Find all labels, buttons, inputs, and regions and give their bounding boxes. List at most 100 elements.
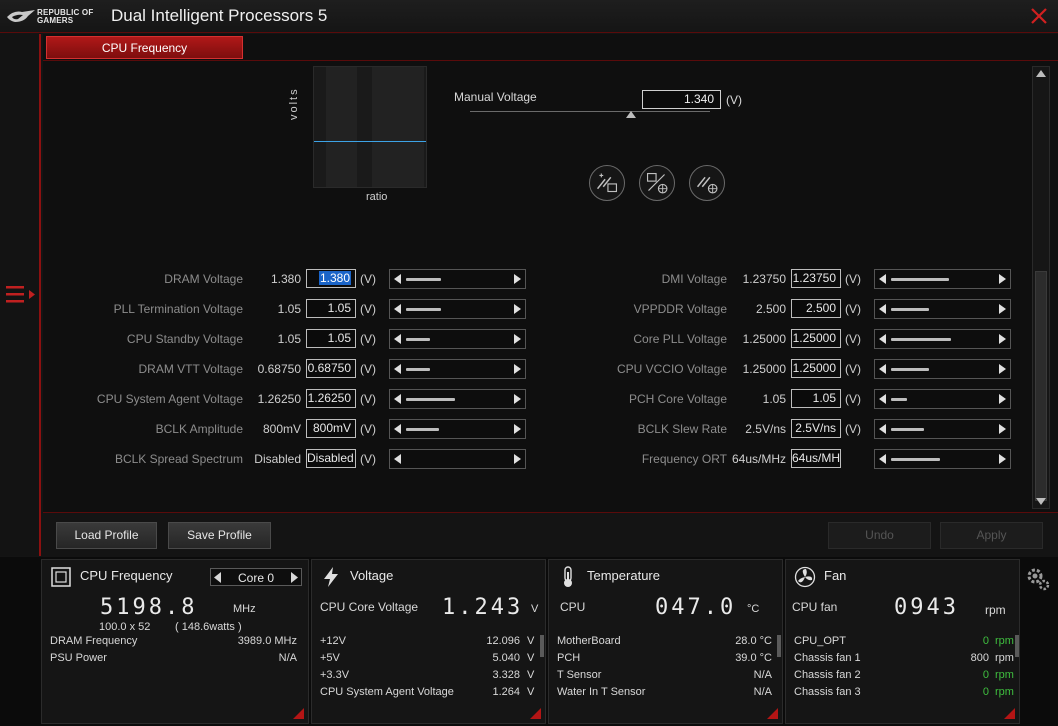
tab-cpu-frequency[interactable]: CPU Frequency xyxy=(46,36,243,59)
setting-label: BCLK Slew Rate xyxy=(637,422,727,436)
voltage-list-scrollbar[interactable] xyxy=(540,635,544,657)
slider-increase-icon[interactable] xyxy=(999,364,1006,374)
rog-eye-icon xyxy=(7,10,35,22)
setting-unit: (V) xyxy=(845,392,861,406)
slider-increase-icon[interactable] xyxy=(999,394,1006,404)
slider-decrease-icon[interactable] xyxy=(879,304,886,314)
setting-input[interactable]: 1.05 xyxy=(791,389,841,408)
setting-slider[interactable] xyxy=(874,419,1011,439)
cpu-temp-label: CPU xyxy=(560,600,586,614)
setting-slider[interactable] xyxy=(874,389,1011,409)
slider-decrease-icon[interactable] xyxy=(879,274,886,284)
setting-row-right: Core PLL Voltage 1.25000 1.25000 (V) xyxy=(43,329,1043,349)
manual-voltage-slider-track[interactable] xyxy=(470,111,710,112)
monitor-row-label: DRAM Frequency xyxy=(50,635,138,647)
mode-button-2[interactable] xyxy=(639,165,675,201)
setting-label: DMI Voltage xyxy=(661,272,727,286)
monitor-row-value: N/A xyxy=(278,652,297,664)
monitor-panels: CPU Frequency Core 0 5198.8 MHz 100.0 x … xyxy=(0,557,1058,726)
main-content: CPU Frequency volts ratio Manual Voltage… xyxy=(43,34,1058,556)
load-profile-button[interactable]: Load Profile xyxy=(56,522,157,549)
chip-fan-icon xyxy=(646,172,668,194)
monitor-row-unit: rpm xyxy=(995,635,1014,647)
slider-level-bar xyxy=(891,368,929,371)
main-scrollbar[interactable] xyxy=(1032,66,1050,509)
slider-increase-icon[interactable] xyxy=(999,454,1006,464)
panel-corner-icon[interactable] xyxy=(530,708,541,719)
cpu-fan-label: CPU fan xyxy=(792,600,838,614)
monitor-row-unit: rpm xyxy=(995,669,1014,681)
manual-voltage-input[interactable]: 1.340 xyxy=(642,90,721,109)
slider-increase-icon[interactable] xyxy=(999,424,1006,434)
setting-input[interactable]: 1.25000 xyxy=(791,329,841,348)
panel-corner-icon[interactable] xyxy=(1004,708,1015,719)
slider-increase-icon[interactable] xyxy=(999,334,1006,344)
scroll-up-icon[interactable] xyxy=(1036,70,1046,77)
setting-unit: (V) xyxy=(845,302,861,316)
scroll-thumb[interactable] xyxy=(1035,271,1047,501)
save-profile-button[interactable]: Save Profile xyxy=(168,522,271,549)
slider-decrease-icon[interactable] xyxy=(879,424,886,434)
setting-input[interactable]: 64us/MH: xyxy=(791,449,841,468)
monitor-row-label: +3.3V xyxy=(320,669,350,681)
setting-current-value: 1.05 xyxy=(762,392,786,406)
setting-input-text: 1.25000 xyxy=(792,331,836,345)
core-selector[interactable]: Core 0 xyxy=(210,568,302,586)
setting-slider[interactable] xyxy=(874,269,1011,289)
fan-list-scrollbar[interactable] xyxy=(1015,635,1019,657)
slider-decrease-icon[interactable] xyxy=(879,394,886,404)
panel-corner-icon[interactable] xyxy=(767,708,778,719)
setting-slider[interactable] xyxy=(874,299,1011,319)
undo-button[interactable]: Undo xyxy=(828,522,931,549)
mode-button-3[interactable] xyxy=(689,165,725,201)
setting-row-right: CPU VCCIO Voltage 1.25000 1.25000 (V) xyxy=(43,359,1043,379)
cpu-fan-unit: rpm xyxy=(985,603,1006,617)
setting-current-value: 1.25000 xyxy=(742,332,786,346)
scroll-down-icon[interactable] xyxy=(1036,498,1046,505)
slider-increase-icon[interactable] xyxy=(999,304,1006,314)
monitor-row-label: T Sensor xyxy=(557,669,602,681)
setting-slider[interactable] xyxy=(874,359,1011,379)
monitor-row-unit: V xyxy=(527,635,535,647)
mode-button-1[interactable] xyxy=(589,165,625,201)
panel-corner-icon[interactable] xyxy=(293,708,304,719)
setting-input[interactable]: 1.25000 xyxy=(791,359,841,378)
core-next-icon[interactable] xyxy=(290,572,298,583)
monitor-row-label: Chassis fan 3 xyxy=(794,686,861,698)
settings-gear-icon[interactable] xyxy=(1025,566,1051,592)
cpu-frequency-panel: CPU Frequency Core 0 5198.8 MHz 100.0 x … xyxy=(41,559,309,724)
side-menu-strip xyxy=(0,34,41,556)
setting-slider[interactable] xyxy=(874,449,1011,469)
manual-voltage-label: Manual Voltage xyxy=(454,90,537,104)
temp-list-scrollbar[interactable] xyxy=(777,635,781,657)
slider-decrease-icon[interactable] xyxy=(879,454,886,464)
setting-input[interactable]: 1.23750 xyxy=(791,269,841,288)
graph-band xyxy=(326,67,357,187)
close-icon[interactable] xyxy=(1030,7,1048,25)
slider-level-bar xyxy=(891,278,949,281)
app-window: REPUBLIC OF GAMERS Dual Intelligent Proc… xyxy=(0,0,1058,726)
slider-decrease-icon[interactable] xyxy=(879,334,886,344)
cpu-freq-unit: MHz xyxy=(233,603,256,615)
setting-label: Core PLL Voltage xyxy=(633,332,727,346)
temperature-panel-title: Temperature xyxy=(587,568,660,583)
cpu-panel-title: CPU Frequency xyxy=(80,568,173,583)
slider-decrease-icon[interactable] xyxy=(879,364,886,374)
setting-input-text: 1.25000 xyxy=(792,361,836,375)
cpu-freq-value: 5198.8 xyxy=(100,595,198,620)
monitor-row-label: PCH xyxy=(557,652,581,664)
slider-increase-icon[interactable] xyxy=(999,274,1006,284)
apply-button[interactable]: Apply xyxy=(940,522,1043,549)
setting-input[interactable]: 2.500 xyxy=(791,299,841,318)
fan-panel: Fan CPU fan 0943 rpm CPU_OPT 0 rpm Chassis … xyxy=(785,559,1020,724)
side-menu-icon[interactable] xyxy=(6,284,36,306)
setting-input[interactable]: 2.5V/ns xyxy=(791,419,841,438)
setting-input-text: 2.500 xyxy=(805,301,836,315)
action-bar: Load Profile Save Profile Undo Apply xyxy=(43,512,1058,556)
slider-level-bar xyxy=(891,458,940,461)
setting-input-text: 1.23750 xyxy=(792,271,836,285)
lightning-icon xyxy=(324,567,338,587)
manual-voltage-slider-thumb[interactable] xyxy=(626,111,636,118)
setting-current-value: 2.5V/ns xyxy=(745,422,786,436)
setting-slider[interactable] xyxy=(874,329,1011,349)
